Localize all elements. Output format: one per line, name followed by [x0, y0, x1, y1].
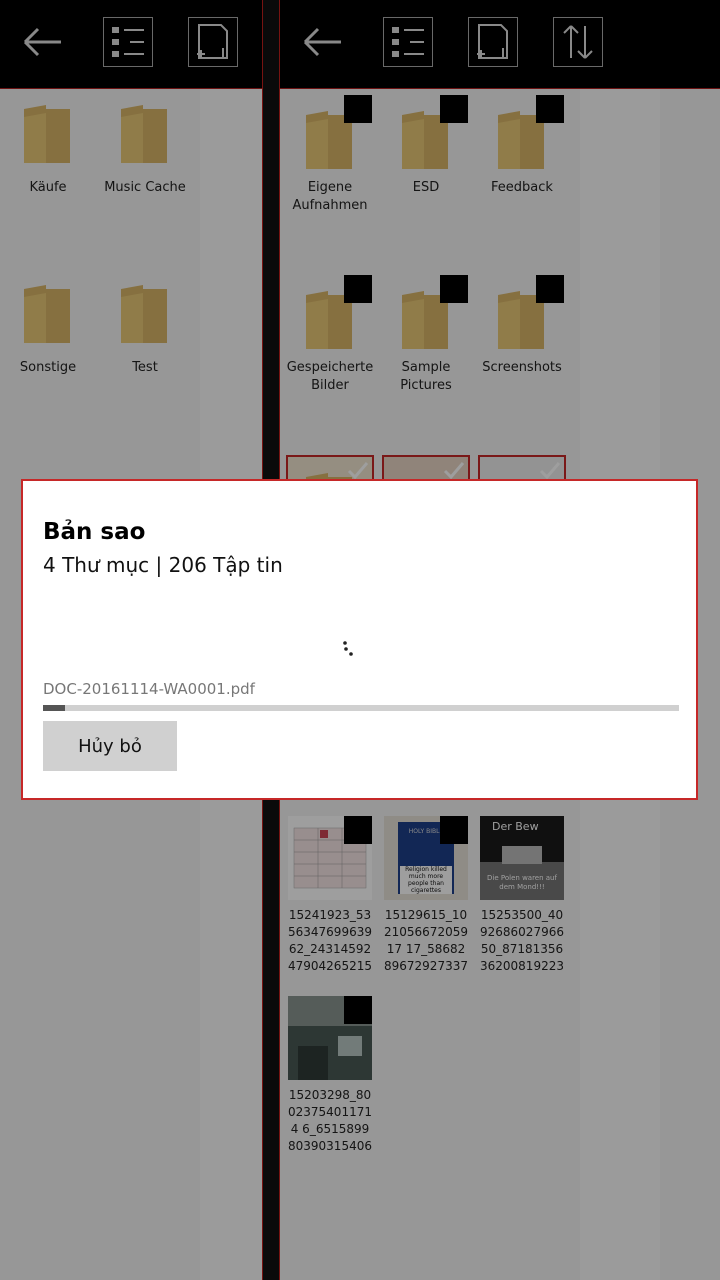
- loading-spinner-icon: [343, 641, 353, 656]
- current-file-name: DOC-20161114-WA0001.pdf: [43, 680, 255, 698]
- progress-bar: [43, 705, 679, 711]
- progress-bar-fill: [43, 705, 65, 711]
- dialog-summary: 4 Thư mục | 206 Tập tin: [43, 553, 283, 577]
- cancel-button[interactable]: Hủy bỏ: [43, 721, 177, 771]
- dialog-title: Bản sao: [43, 519, 146, 545]
- copy-progress-dialog: Bản sao 4 Thư mục | 206 Tập tin DOC-2016…: [21, 479, 698, 800]
